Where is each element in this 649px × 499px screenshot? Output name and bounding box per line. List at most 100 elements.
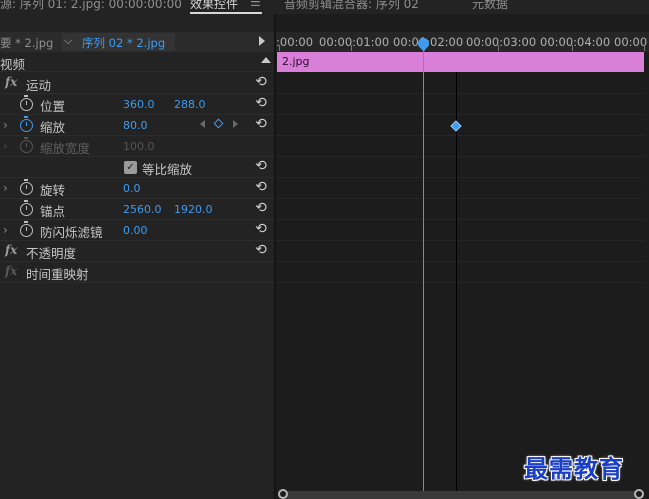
collapse-up-icon[interactable] bbox=[261, 57, 271, 63]
add-keyframe-icon[interactable] bbox=[213, 118, 224, 129]
keyframe-navigator bbox=[200, 118, 240, 131]
sequence-clip-dropdown[interactable]: ⌵ 序列 02 * 2.jpg bbox=[62, 33, 175, 51]
stopwatch-icon[interactable] bbox=[20, 200, 33, 216]
property-position[interactable]: 位置 360.0 288.0 ⟲ bbox=[0, 94, 274, 115]
timeline-clip-name: 2.jpg bbox=[282, 55, 310, 68]
scrollbar-right-handle[interactable] bbox=[634, 489, 644, 499]
time-ruler[interactable]: :00:00 00:00:01:00 00:00:02:00 00:00:03:… bbox=[276, 32, 649, 52]
rotation-value[interactable]: 0.0 bbox=[123, 182, 141, 195]
stopwatch-icon[interactable] bbox=[20, 221, 33, 237]
effect-time-remapping[interactable]: fx 时间重映射 bbox=[0, 262, 274, 283]
scrollbar-left-handle[interactable] bbox=[278, 489, 288, 499]
timeline-row-divider bbox=[276, 135, 644, 136]
watermark-logo: 最需教育 bbox=[524, 454, 624, 483]
property-uniform-scale[interactable]: ✓ 等比缩放 ⟲ bbox=[0, 157, 274, 178]
ruler-tick-label: 00:00:01:00 bbox=[319, 35, 390, 49]
ruler-tickmark bbox=[498, 45, 499, 51]
fx-icon[interactable]: fx bbox=[5, 75, 17, 89]
scale-width-value: 100.0 bbox=[123, 140, 155, 153]
clip-end-line bbox=[456, 72, 457, 499]
timeline-row-divider bbox=[276, 240, 644, 241]
property-scale-label: 缩放 bbox=[40, 120, 66, 135]
anchor-x-value[interactable]: 2560.0 bbox=[123, 203, 162, 216]
stopwatch-icon[interactable] bbox=[20, 116, 33, 132]
property-rotation[interactable]: › 旋转 0.0 ⟲ bbox=[0, 178, 274, 199]
ruler-tick-label: 00:00 bbox=[614, 35, 648, 49]
next-keyframe-icon[interactable] bbox=[233, 120, 238, 128]
reset-icon[interactable]: ⟲ bbox=[253, 96, 269, 111]
uniform-scale-label: 等比缩放 bbox=[142, 162, 193, 177]
position-y-value[interactable]: 288.0 bbox=[174, 98, 206, 111]
chevron-down-icon: ⌵ bbox=[64, 34, 73, 47]
timeline-row-divider bbox=[276, 219, 644, 220]
reset-icon[interactable]: ⟲ bbox=[253, 180, 269, 195]
clip-header-bar: 要 * 2.jpg ⌵ 序列 02 * 2.jpg bbox=[0, 32, 274, 52]
ruler-tick-label: 00:00:04:00 bbox=[540, 35, 611, 49]
reset-icon[interactable]: ⟲ bbox=[253, 222, 269, 237]
expand-chevron-icon: › bbox=[3, 139, 8, 153]
expand-chevron-icon[interactable]: › bbox=[3, 118, 8, 132]
property-rotation-label: 旋转 bbox=[40, 183, 66, 198]
stopwatch-icon bbox=[20, 137, 33, 153]
timeline-row-divider bbox=[276, 198, 644, 199]
effect-controls-panel: 要 * 2.jpg ⌵ 序列 02 * 2.jpg 视频 fx 运动 ⟲ 位置 … bbox=[0, 14, 274, 499]
tab-effect-controls[interactable]: 效果控件 bbox=[190, 0, 238, 12]
timeline-row-divider bbox=[276, 156, 644, 157]
source-clip-label[interactable]: 要 * 2.jpg bbox=[0, 35, 53, 51]
scale-keyframe-icon[interactable] bbox=[450, 120, 462, 132]
property-anchor-point[interactable]: 锚点 2560.0 1920.0 ⟲ bbox=[0, 199, 274, 220]
reset-icon[interactable]: ⟲ bbox=[253, 75, 269, 90]
play-triangle-icon[interactable] bbox=[259, 36, 265, 46]
reset-icon[interactable]: ⟲ bbox=[253, 117, 269, 132]
expand-chevron-icon[interactable]: › bbox=[3, 181, 8, 195]
timeline-row-divider bbox=[276, 261, 644, 262]
property-anchor-label: 锚点 bbox=[40, 204, 66, 219]
section-video-label: 视频 bbox=[0, 57, 26, 72]
fx-icon[interactable]: fx bbox=[5, 243, 17, 257]
timeline-row-divider bbox=[276, 114, 644, 115]
effect-motion-label: 运动 bbox=[26, 78, 52, 93]
property-anti-flicker-label: 防闪烁滤镜 bbox=[40, 225, 103, 240]
hamburger-menu-icon[interactable]: ☰ bbox=[250, 0, 261, 9]
timeline-clip[interactable]: 2.jpg bbox=[277, 52, 644, 72]
ruler-tickmark bbox=[279, 45, 280, 51]
uniform-scale-checkbox[interactable]: ✓ bbox=[124, 161, 137, 174]
reset-icon[interactable]: ⟲ bbox=[253, 201, 269, 216]
effect-controls-timeline: :00:00 00:00:01:00 00:00:02:00 00:00:03:… bbox=[276, 14, 649, 499]
reset-icon[interactable]: ⟲ bbox=[253, 243, 269, 258]
playhead-line[interactable] bbox=[423, 37, 424, 499]
panel-tab-bar: 源: 序列 01: 2.jpg: 00:00:00:00 效果控件 ☰ 音频剪辑… bbox=[0, 0, 649, 14]
stopwatch-icon[interactable] bbox=[20, 95, 33, 111]
reset-icon[interactable]: ⟲ bbox=[253, 159, 269, 174]
effect-motion[interactable]: fx 运动 ⟲ bbox=[0, 73, 274, 94]
property-scale[interactable]: › 缩放 80.0 ⟲ bbox=[0, 115, 274, 136]
anchor-y-value[interactable]: 1920.0 bbox=[174, 203, 213, 216]
scale-value[interactable]: 80.0 bbox=[123, 119, 148, 132]
ruler-tickmark bbox=[572, 45, 573, 51]
effect-time-remap-label: 时间重映射 bbox=[26, 267, 89, 282]
section-video-header[interactable]: 视频 bbox=[0, 52, 274, 72]
anti-flicker-value[interactable]: 0.00 bbox=[123, 224, 148, 237]
tab-audio-clip-mixer[interactable]: 音频剪辑混合器: 序列 02 bbox=[284, 0, 419, 12]
timeline-row-divider bbox=[276, 282, 644, 283]
property-scale-width: › 缩放宽度 100.0 bbox=[0, 136, 274, 157]
ruler-tick-label: :00:00 bbox=[276, 35, 314, 49]
ruler-tickmark bbox=[644, 45, 645, 51]
effect-opacity-label: 不透明度 bbox=[26, 246, 77, 261]
tab-source[interactable]: 源: 序列 01: 2.jpg: 00:00:00:00 bbox=[0, 0, 182, 12]
position-x-value[interactable]: 360.0 bbox=[123, 98, 155, 111]
fx-icon: fx bbox=[5, 264, 18, 278]
property-scale-width-label: 缩放宽度 bbox=[40, 141, 91, 156]
effect-opacity[interactable]: fx 不透明度 ⟲ bbox=[0, 241, 274, 262]
previous-keyframe-icon[interactable] bbox=[200, 120, 205, 128]
stopwatch-icon[interactable] bbox=[20, 179, 33, 195]
ruler-tick-label: 00:00:03:00 bbox=[466, 35, 537, 49]
property-anti-flicker[interactable]: › 防闪烁滤镜 0.00 ⟲ bbox=[0, 220, 274, 241]
expand-chevron-icon[interactable]: › bbox=[3, 223, 8, 237]
timeline-zoom-scrollbar[interactable] bbox=[278, 489, 644, 499]
sequence-clip-label: 序列 02 * 2.jpg bbox=[82, 36, 166, 50]
timeline-row-divider bbox=[276, 93, 644, 94]
tab-metadata[interactable]: 元数据 bbox=[472, 0, 508, 12]
property-position-label: 位置 bbox=[40, 99, 66, 114]
timeline-row-divider bbox=[276, 177, 644, 178]
